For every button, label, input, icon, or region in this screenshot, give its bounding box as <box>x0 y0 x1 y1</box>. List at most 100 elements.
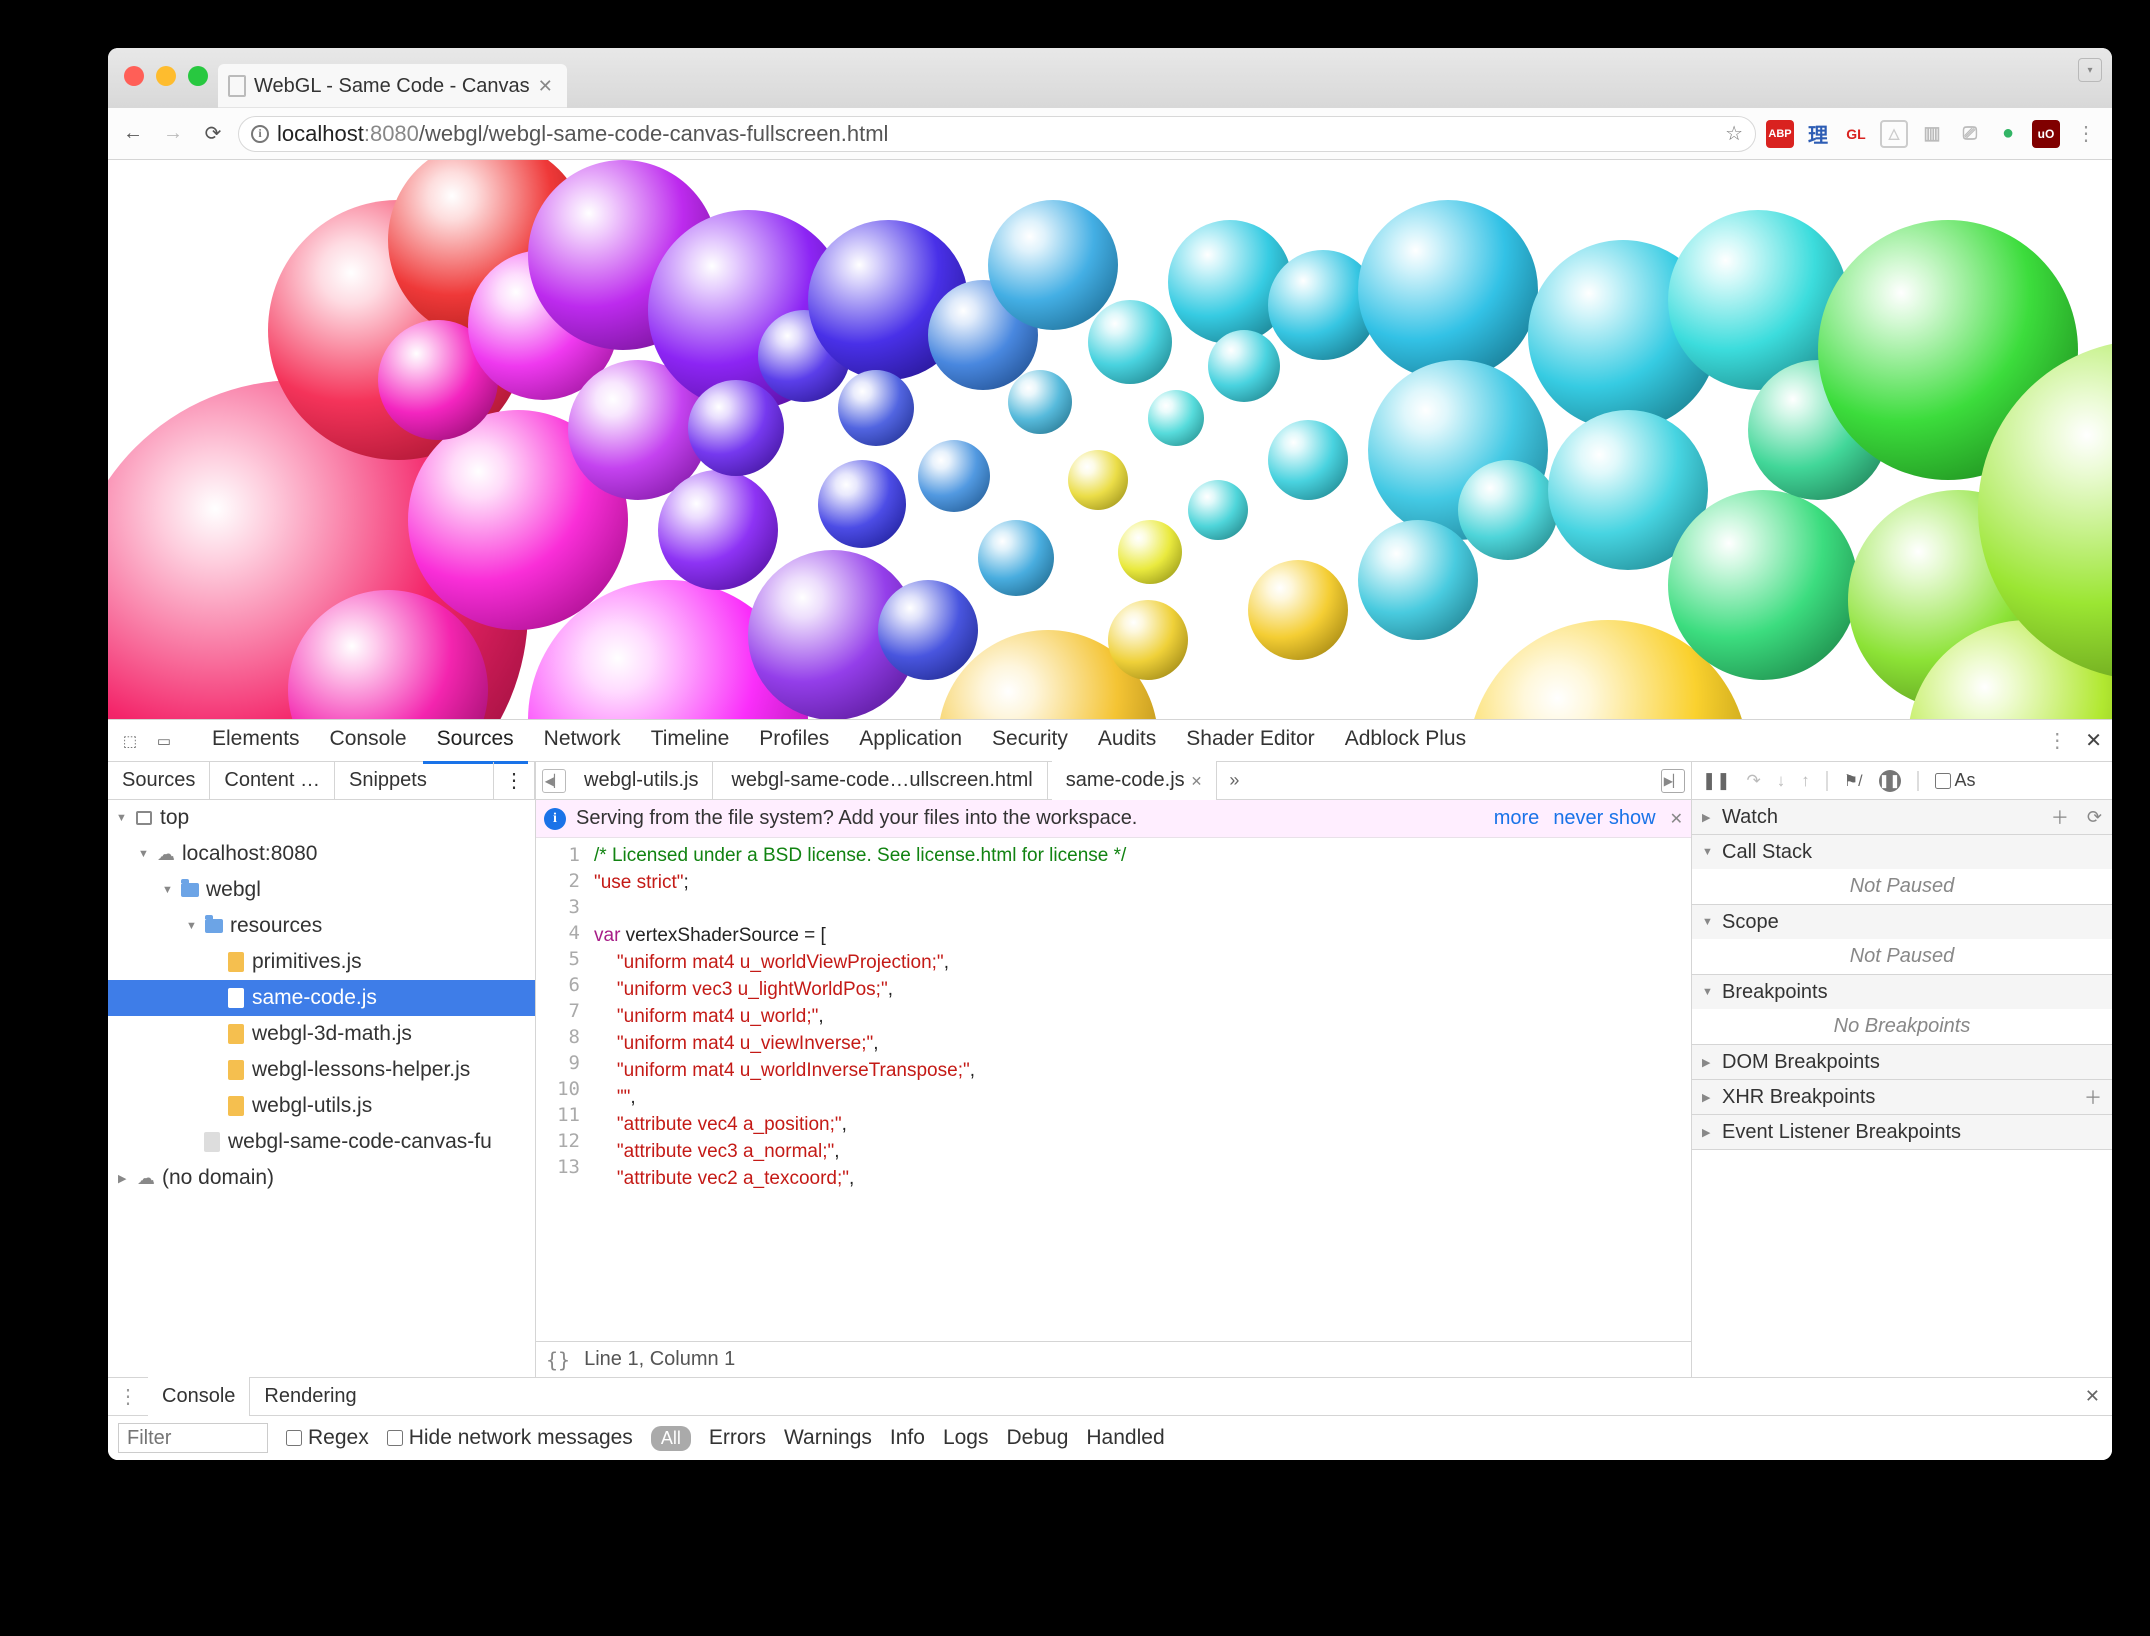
extension-speech-icon[interactable]: ● <box>1994 120 2022 148</box>
devtools-tab-shader-editor[interactable]: Shader Editor <box>1172 717 1328 764</box>
close-tab-icon[interactable]: ✕ <box>538 76 553 97</box>
sphere <box>818 460 906 548</box>
close-devtools-icon[interactable]: ✕ <box>2085 728 2102 753</box>
deactivate-breakpoints-icon[interactable]: ⚑/ <box>1844 771 1863 791</box>
devtools-tab-profiles[interactable]: Profiles <box>745 717 843 764</box>
filter-level[interactable]: Errors <box>709 1426 766 1450</box>
filter-input[interactable] <box>118 1423 268 1453</box>
add-watch-icon[interactable]: ＋ <box>2051 804 2069 830</box>
browser-tab[interactable]: WebGL - Same Code - Canvas ✕ <box>218 64 567 108</box>
code-area[interactable]: 12345678910111213 /* Licensed under a BS… <box>536 838 1691 1341</box>
reload-button[interactable]: ⟳ <box>198 121 228 146</box>
editor-tab[interactable]: webgl-utils.js <box>570 761 713 800</box>
devtools-tab-application[interactable]: Application <box>845 717 976 764</box>
hide-network-checkbox[interactable]: Hide network messages <box>387 1426 633 1450</box>
tree-file[interactable]: primitives.js <box>108 944 535 980</box>
regex-checkbox[interactable]: Regex <box>286 1426 369 1450</box>
devtools-tab-console[interactable]: Console <box>316 717 421 764</box>
extension-doc-icon[interactable]: ▥ <box>1918 120 1946 148</box>
refresh-watch-icon[interactable]: ⟳ <box>2087 807 2102 828</box>
breakpoints-panel[interactable]: ▼Breakpoints No Breakpoints <box>1692 975 2112 1045</box>
editor-tab[interactable]: webgl-same-code…ullscreen.html <box>717 761 1047 800</box>
address-bar[interactable]: i localhost:8080/webgl/webgl-same-code-c… <box>238 116 1756 152</box>
bookmark-star-icon[interactable]: ☆ <box>1725 121 1743 146</box>
pause-icon[interactable]: ❚❚ <box>1702 771 1731 791</box>
minimize-window-button[interactable] <box>156 66 176 86</box>
add-xhr-breakpoint-icon[interactable]: ＋ <box>2084 1084 2102 1110</box>
devtools-menu-icon[interactable]: ⋮ <box>2041 728 2073 753</box>
drawer-tab-rendering[interactable]: Rendering <box>250 1377 370 1416</box>
sphere <box>1208 330 1280 402</box>
tree-folder-webgl[interactable]: ▼webgl <box>108 872 535 908</box>
devtools-tab-elements[interactable]: Elements <box>198 717 314 764</box>
devtools-tab-sources[interactable]: Sources <box>423 717 528 764</box>
pretty-print-icon[interactable]: {} <box>546 1348 570 1372</box>
extension-ublock-icon[interactable]: uO <box>2032 120 2060 148</box>
editor-tab-overflow-icon[interactable]: » <box>1221 770 1247 791</box>
side-subtab-snippets[interactable]: Snippets <box>335 762 441 799</box>
close-drawer-icon[interactable]: ✕ <box>2073 1386 2112 1407</box>
filter-all-pill[interactable]: All <box>651 1426 691 1451</box>
tree-nodomain[interactable]: ▶☁(no domain) <box>108 1160 535 1196</box>
drawer-menu-icon[interactable]: ⋮ <box>108 1384 148 1409</box>
event-listener-breakpoints-panel[interactable]: ▶Event Listener Breakpoints <box>1692 1115 2112 1150</box>
filter-level[interactable]: Warnings <box>784 1426 872 1450</box>
filter-level[interactable]: Handled <box>1086 1426 1164 1450</box>
side-subtab-overflow-icon[interactable]: ⋮ <box>493 762 535 799</box>
file-tree[interactable]: ▼top ▼☁localhost:8080 ▼webgl ▼resources … <box>108 800 535 1377</box>
step-out-icon[interactable]: ↑ <box>1801 771 1810 791</box>
window-menu-button[interactable]: ▾ <box>2078 58 2102 82</box>
editor-history-nav-icon[interactable]: ◀▏ <box>542 769 566 793</box>
filter-level[interactable]: Logs <box>943 1426 989 1450</box>
pause-on-exceptions-icon[interactable]: ❚❚ <box>1879 770 1901 792</box>
callstack-panel[interactable]: ▼Call Stack Not Paused <box>1692 835 2112 905</box>
close-banner-icon[interactable]: ✕ <box>1670 809 1683 829</box>
run-snippet-icon[interactable]: ▶▏ <box>1661 769 1685 793</box>
banner-never-show-link[interactable]: never show <box>1553 807 1655 830</box>
tree-file-selected[interactable]: same-code.js <box>108 980 535 1016</box>
filter-level[interactable]: Debug <box>1007 1426 1069 1450</box>
close-window-button[interactable] <box>124 66 144 86</box>
step-over-icon[interactable]: ↷ <box>1747 771 1761 791</box>
tree-file[interactable]: webgl-lessons-helper.js <box>108 1052 535 1088</box>
extension-cast-icon[interactable]: ⎚ <box>1956 120 1984 148</box>
extension-gl-icon[interactable]: GL <box>1842 120 1870 148</box>
code-content[interactable]: /* Licensed under a BSD license. See lic… <box>588 838 1691 1341</box>
step-into-icon[interactable]: ↓ <box>1777 771 1786 791</box>
zoom-window-button[interactable] <box>188 66 208 86</box>
chrome-menu-icon[interactable]: ⋮ <box>2070 121 2102 146</box>
device-toolbar-icon[interactable]: ▭ <box>152 729 176 753</box>
devtools-tab-security[interactable]: Security <box>978 717 1082 764</box>
tree-file[interactable]: webgl-3d-math.js <box>108 1016 535 1052</box>
forward-button[interactable]: → <box>158 122 188 145</box>
xhr-breakpoints-panel[interactable]: ▶XHR Breakpoints＋ <box>1692 1080 2112 1115</box>
back-button[interactable]: ← <box>118 122 148 145</box>
devtools-tab-network[interactable]: Network <box>530 717 635 764</box>
tree-folder-resources[interactable]: ▼resources <box>108 908 535 944</box>
filter-level[interactable]: Info <box>890 1426 925 1450</box>
side-subtab-sources[interactable]: Sources <box>108 762 210 799</box>
inspect-element-icon[interactable]: ⬚ <box>118 729 142 753</box>
site-info-icon[interactable]: i <box>251 125 269 143</box>
async-checkbox[interactable]: As <box>1935 770 1976 791</box>
extension-drive-icon[interactable]: △ <box>1880 120 1908 148</box>
tree-file[interactable]: webgl-utils.js <box>108 1088 535 1124</box>
side-subtab-content-scripts[interactable]: Content … <box>210 762 335 799</box>
tree-file-html[interactable]: webgl-same-code-canvas-fu <box>108 1124 535 1160</box>
watch-panel[interactable]: ▶Watch＋⟳ <box>1692 800 2112 835</box>
scope-panel[interactable]: ▼Scope Not Paused <box>1692 905 2112 975</box>
dom-breakpoints-panel[interactable]: ▶DOM Breakpoints <box>1692 1045 2112 1080</box>
editor-tab-selected[interactable]: same-code.js✕ <box>1052 761 1218 800</box>
extension-rikai-icon[interactable]: 理 <box>1804 120 1832 148</box>
devtools-tab-adblock-plus[interactable]: Adblock Plus <box>1331 717 1480 764</box>
tree-host[interactable]: ▼☁localhost:8080 <box>108 836 535 872</box>
devtools-main: Sources Content … Snippets ⋮ ▼top ▼☁loca… <box>108 762 2112 1377</box>
devtools-tab-timeline[interactable]: Timeline <box>637 717 744 764</box>
devtools-tab-audits[interactable]: Audits <box>1084 717 1170 764</box>
banner-more-link[interactable]: more <box>1494 807 1540 830</box>
close-editor-tab-icon[interactable]: ✕ <box>1191 773 1203 789</box>
sphere <box>1188 480 1248 540</box>
drawer-tab-console[interactable]: Console <box>148 1377 250 1416</box>
extension-abp-icon[interactable]: ABP <box>1766 120 1794 148</box>
tree-top[interactable]: ▼top <box>108 800 535 836</box>
